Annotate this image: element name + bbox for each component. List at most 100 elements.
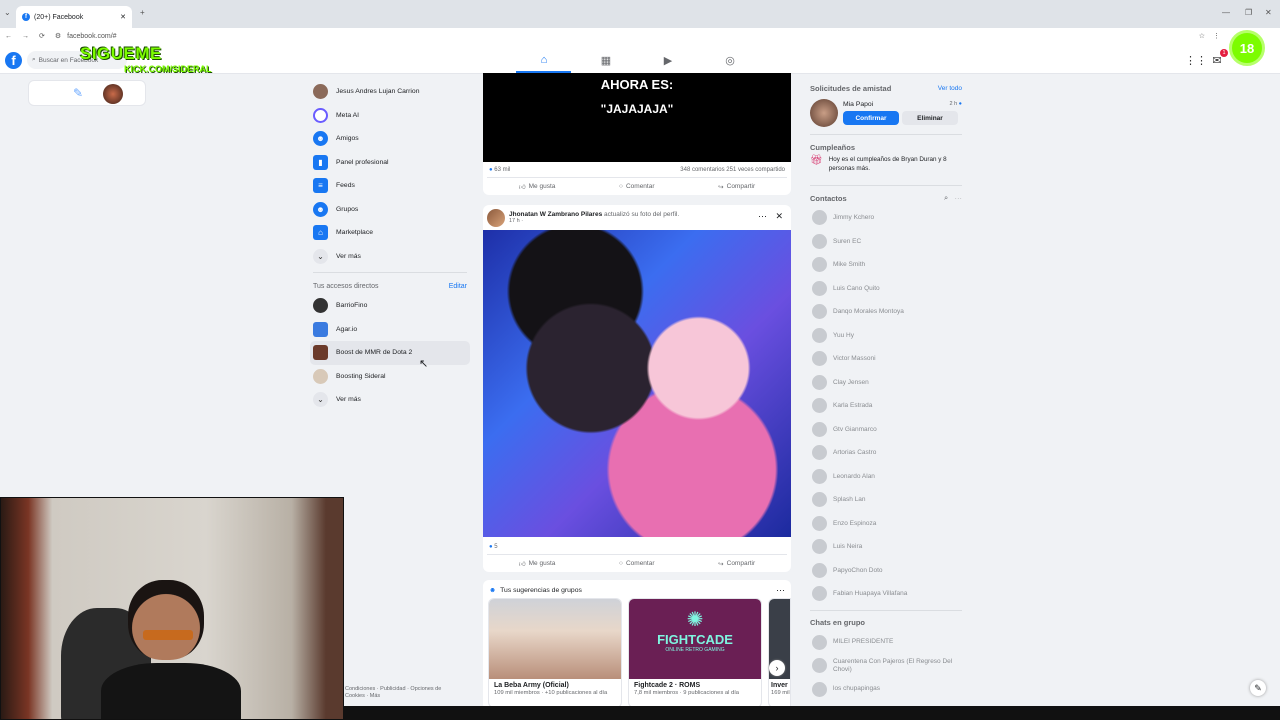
contact-item[interactable]: PapyoChon Doto xyxy=(810,559,962,583)
reaction-count[interactable]: ● 63 mil xyxy=(489,167,510,173)
group-card[interactable]: ✺ FIGHTCADE ONLINE RETRO GAMING Fightcad… xyxy=(628,598,762,708)
author-avatar[interactable] xyxy=(487,208,505,227)
contact-item[interactable]: Clay Jensen xyxy=(810,371,962,395)
menu-item-friends[interactable]: ☻ Amigos xyxy=(310,127,470,151)
video-nav-icon[interactable]: ▶ xyxy=(658,53,678,67)
contact-item[interactable]: Victor Massoni xyxy=(810,347,962,371)
maximize-button[interactable]: ❐ xyxy=(1245,8,1252,17)
comment-button[interactable]: ○ Comentar xyxy=(619,560,654,567)
new-tab-button[interactable]: + xyxy=(140,8,145,17)
contact-item[interactable]: Danqo Morales Montoya xyxy=(810,300,962,324)
shortcut-avatar xyxy=(313,345,328,361)
back-button[interactable]: ← xyxy=(5,33,12,40)
shortcuts-edit-link[interactable]: Editar xyxy=(449,283,467,290)
contact-avatar xyxy=(812,539,827,555)
group-chat-item[interactable]: los chupapingas xyxy=(810,678,962,702)
group-card[interactable]: La Beba Army (Oficial) 109 mil miembros … xyxy=(488,598,622,708)
browser-tab[interactable]: f (20+) Facebook ✕ xyxy=(16,6,132,28)
more-options-icon[interactable]: ⋯ xyxy=(758,211,767,222)
story-widget[interactable]: ✎ xyxy=(28,80,146,106)
post-photo[interactable] xyxy=(483,230,791,537)
contact-item[interactable]: Mike Smith xyxy=(810,253,962,277)
group-card[interactable]: Inver 169 mil xyxy=(768,598,791,708)
extensions-icon[interactable]: ⋮ xyxy=(1213,32,1220,40)
requester-name[interactable]: Mia Papoi xyxy=(843,101,873,108)
delete-button[interactable]: Eliminar xyxy=(902,111,958,125)
home-icon[interactable]: ⌂ xyxy=(534,53,554,67)
forward-button[interactable]: → xyxy=(22,33,29,40)
shortcut-item[interactable]: Boost de MMR de Dota 2 xyxy=(310,341,470,365)
right-sidebar: Solicitudes de amistad Ver todo Mia Papo… xyxy=(810,80,962,701)
post-stats[interactable]: 348 comentarios 251 veces compartido xyxy=(680,167,785,173)
tab-close-icon[interactable]: ✕ xyxy=(120,13,126,21)
profile-avatar xyxy=(313,84,328,100)
like-button[interactable]: 👍︎ Me gusta xyxy=(519,183,556,191)
marketplace-icon: ⌂ xyxy=(313,225,328,241)
contact-item[interactable]: Jimmy Kchero xyxy=(810,206,962,230)
shortcut-item[interactable]: Boosting Sideral xyxy=(310,365,470,389)
footer-links[interactable]: Condiciones · Publicidad · Opciones de C… xyxy=(345,686,455,699)
birthday-notice[interactable]: 🎁︎ Hoy es el cumpleaños de Bryan Duran y… xyxy=(810,155,962,181)
contact-avatar xyxy=(812,421,827,437)
menu-item-feeds[interactable]: ≡ Feeds xyxy=(310,174,470,198)
reaction-count[interactable]: ● 5 xyxy=(489,544,498,550)
more-options-icon[interactable]: ⋯ xyxy=(776,585,785,596)
post-image[interactable]: AHORA ES: "JAJAJAJA" xyxy=(483,73,791,162)
divider xyxy=(810,185,962,186)
contact-item[interactable]: Karla Estrada xyxy=(810,394,962,418)
shortcuts-see-more[interactable]: ⌄ Ver más xyxy=(310,388,470,412)
see-all-link[interactable]: Ver todo xyxy=(938,85,962,92)
contact-item[interactable]: Splash Lan xyxy=(810,488,962,512)
window-close-button[interactable]: ✕ xyxy=(1265,8,1272,17)
menu-grid-icon[interactable]: ⋮⋮ xyxy=(1185,53,1207,67)
contact-item[interactable]: Artorias Castro xyxy=(810,441,962,465)
group-chat-item[interactable]: MILEI PRESIDENTE xyxy=(810,631,962,655)
contact-item[interactable]: Suren EC xyxy=(810,230,962,254)
comment-button[interactable]: ○ Comentar xyxy=(619,183,654,190)
contact-item[interactable]: Luis Neira xyxy=(810,535,962,559)
confirm-button[interactable]: Confirmar xyxy=(843,111,899,125)
post-time[interactable]: 17 h · xyxy=(509,218,679,224)
next-arrow-button[interactable]: › xyxy=(769,660,785,676)
friends-nav-icon[interactable]: ▦ xyxy=(596,53,616,67)
like-button[interactable]: 👍︎ Me gusta xyxy=(519,560,556,568)
like-reaction-icon: ● xyxy=(489,166,493,173)
menu-item-see-more[interactable]: ⌄ Ver más xyxy=(310,245,470,269)
bookmark-star-icon[interactable]: ☆ xyxy=(1199,32,1205,40)
url-field[interactable]: facebook.com/# xyxy=(67,33,116,40)
facebook-logo[interactable]: f xyxy=(5,52,22,69)
contact-item[interactable]: Enzo Espinoza xyxy=(810,512,962,536)
contact-avatar xyxy=(812,280,827,296)
contact-item[interactable]: Gtv Gianmarco xyxy=(810,418,962,442)
menu-item-meta-ai[interactable]: Meta AI xyxy=(310,104,470,128)
tab-list-icon[interactable]: ⌄ xyxy=(4,8,11,17)
group-chat-item[interactable]: Cuarentena Con Pajeros (El Regreso Del C… xyxy=(810,654,962,678)
contact-item[interactable]: Yuu Hy xyxy=(810,324,962,348)
new-message-icon[interactable]: ✎ xyxy=(1250,680,1266,696)
contact-item[interactable]: Fabian Huapaya Villafana xyxy=(810,582,962,606)
minimize-button[interactable]: — xyxy=(1222,8,1230,17)
share-button[interactable]: ↪ Compartir xyxy=(718,560,755,568)
profile-avatar[interactable] xyxy=(103,84,123,104)
site-info-icon[interactable]: ⚙ xyxy=(55,32,61,40)
webcam-overlay xyxy=(0,497,344,720)
search-icon[interactable]: ⌕ xyxy=(944,193,948,202)
reload-button[interactable]: ⟳ xyxy=(39,32,45,40)
post-author[interactable]: Jhonatan W Zambrano Pilares xyxy=(509,211,602,218)
contact-item[interactable]: Leonardo Alan xyxy=(810,465,962,489)
contact-name: Danqo Morales Montoya xyxy=(833,308,904,316)
shortcut-item[interactable]: Agar.io xyxy=(310,318,470,342)
contact-item[interactable]: Luis Cano Quito xyxy=(810,277,962,301)
menu-item-profile[interactable]: Jesus Andres Lujan Carrion xyxy=(310,80,470,104)
menu-item-marketplace[interactable]: ⌂ Marketplace xyxy=(310,221,470,245)
menu-item-groups[interactable]: ☻ Grupos xyxy=(310,198,470,222)
fightcade-subtitle: ONLINE RETRO GAMING xyxy=(665,647,725,653)
menu-item-dashboard[interactable]: ▮ Panel profesional xyxy=(310,151,470,175)
share-button[interactable]: ↪ Compartir xyxy=(718,183,755,191)
close-icon[interactable]: ✕ xyxy=(775,211,783,222)
gaming-nav-icon[interactable]: ◎ xyxy=(720,53,740,67)
shortcut-item[interactable]: BarrioFino xyxy=(310,294,470,318)
more-options-icon[interactable]: ⋯ xyxy=(955,193,963,202)
requester-avatar[interactable] xyxy=(810,99,838,127)
left-navigation: Jesus Andres Lujan Carrion Meta AI ☻ Ami… xyxy=(310,80,470,412)
